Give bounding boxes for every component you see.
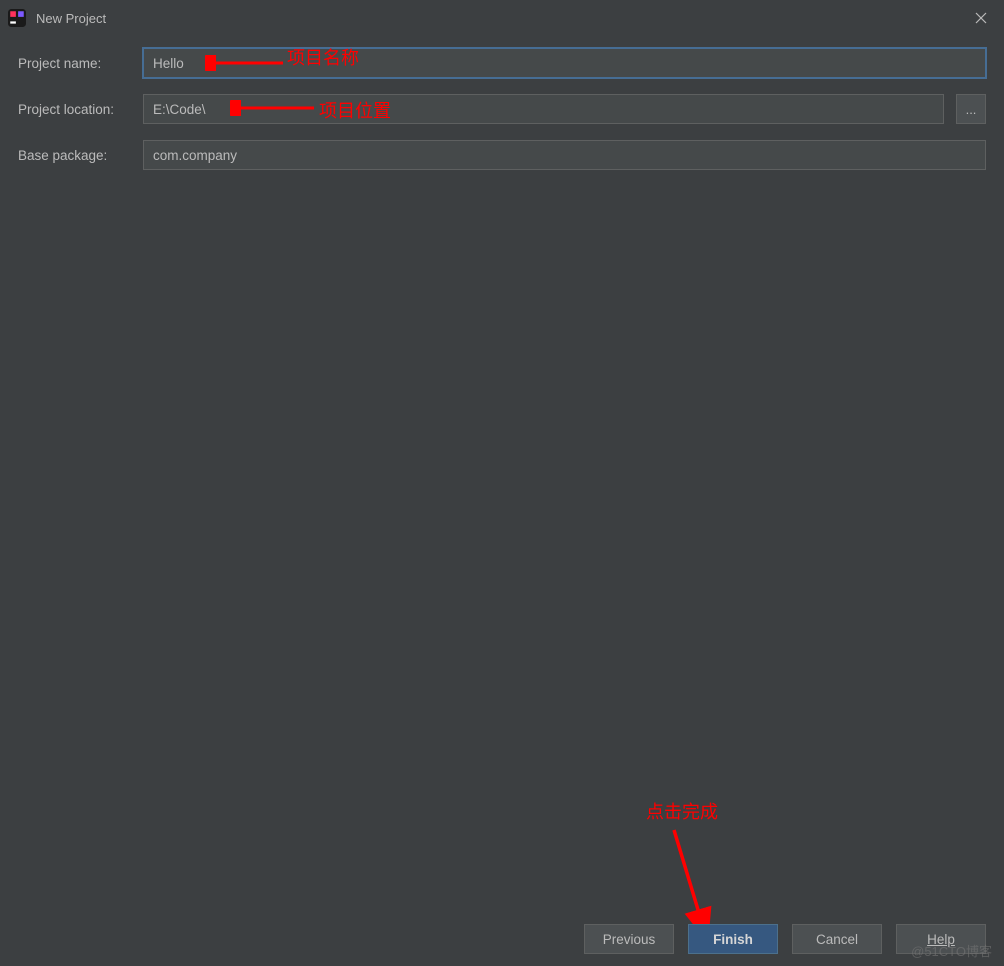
titlebar: New Project bbox=[0, 0, 1004, 36]
form-content: Project name: Project location: ... Base… bbox=[0, 36, 1004, 170]
project-location-label: Project location: bbox=[18, 102, 143, 117]
close-button[interactable] bbox=[966, 3, 996, 33]
finish-button[interactable]: Finish bbox=[688, 924, 778, 954]
project-name-input[interactable] bbox=[143, 48, 986, 78]
project-location-row: Project location: ... bbox=[18, 94, 986, 124]
base-package-label: Base package: bbox=[18, 148, 143, 163]
base-package-input[interactable] bbox=[143, 140, 986, 170]
app-icon bbox=[8, 9, 26, 27]
window-title: New Project bbox=[36, 11, 966, 26]
annotation-finish: 点击完成 bbox=[646, 798, 718, 824]
previous-button[interactable]: Previous bbox=[584, 924, 674, 954]
close-icon bbox=[975, 12, 987, 24]
cancel-button[interactable]: Cancel bbox=[792, 924, 882, 954]
project-name-label: Project name: bbox=[18, 56, 143, 71]
arrow-finish bbox=[665, 825, 715, 925]
watermark: @51CTO博客 bbox=[911, 941, 992, 960]
project-location-input[interactable] bbox=[143, 94, 944, 124]
base-package-row: Base package: bbox=[18, 140, 986, 170]
browse-location-button[interactable]: ... bbox=[956, 94, 986, 124]
project-name-row: Project name: bbox=[18, 48, 986, 78]
